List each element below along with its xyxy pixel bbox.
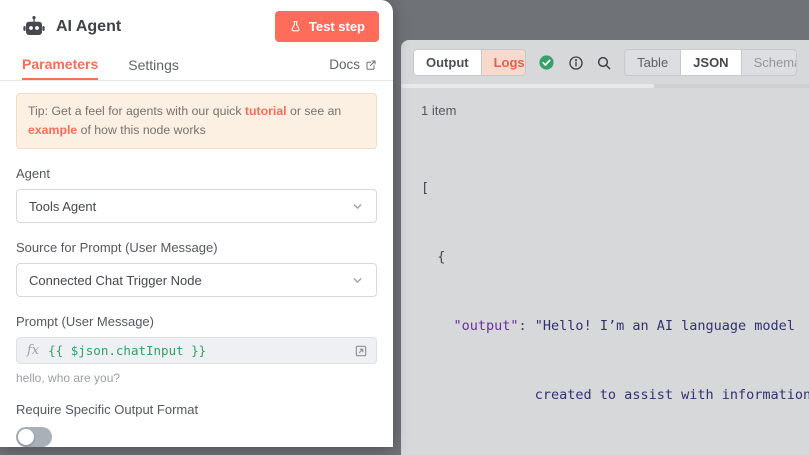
ai-agent-robot-icon [22, 15, 46, 39]
flask-icon [289, 20, 302, 33]
output-toolbar: Output Logs Table JSON Schema [401, 40, 809, 81]
tip-text: Tip: Get a feel for agents with our quic… [28, 104, 245, 118]
agent-select-value: Tools Agent [29, 199, 96, 214]
info-icon[interactable] [567, 54, 583, 72]
tip-callout: Tip: Get a feel for agents with our quic… [16, 93, 377, 149]
json-line: [ [421, 177, 809, 200]
json-key: "output" [454, 318, 519, 334]
test-step-button[interactable]: Test step [275, 11, 379, 42]
node-settings-panel: AI Agent Test step Parameters Settings D… [0, 0, 393, 447]
example-link[interactable]: example [28, 123, 77, 137]
tab-logs[interactable]: Logs [481, 50, 527, 75]
node-header: AI Agent Test step [0, 0, 393, 49]
output-panel: Output Logs Table JSON Schema [401, 40, 809, 455]
source-field-label: Source for Prompt (User Message) [16, 240, 377, 255]
output-format-toggle[interactable] [16, 427, 52, 447]
chevron-down-icon [351, 200, 364, 213]
prompt-source-select[interactable]: Connected Chat Trigger Node [16, 263, 377, 297]
output-logs-switch: Output Logs [413, 49, 526, 76]
success-status-icon [538, 54, 555, 72]
tab-table-view[interactable]: Table [625, 50, 680, 75]
prompt-preview-hint: hello, who are you? [16, 371, 377, 385]
agent-field-label: Agent [16, 166, 377, 181]
search-icon[interactable] [596, 54, 612, 72]
scrollbar-thumb[interactable] [401, 84, 654, 88]
agent-select[interactable]: Tools Agent [16, 189, 377, 223]
json-string: "Hello! I’m an AI language model [535, 318, 795, 334]
output-format-label: Require Specific Output Format [16, 402, 377, 417]
json-output-view: [ { "output": "Hello! I’m an AI language… [421, 131, 809, 455]
docs-label: Docs [329, 57, 360, 72]
tab-settings[interactable]: Settings [128, 49, 179, 79]
docs-link[interactable]: Docs [329, 49, 377, 79]
tab-json-view[interactable]: JSON [680, 50, 740, 75]
test-step-label: Test step [309, 19, 365, 34]
parameters-form: Tip: Get a feel for agents with our quic… [0, 81, 393, 447]
view-mode-switch: Table JSON Schema [624, 49, 797, 76]
open-expression-editor-icon[interactable] [354, 344, 368, 358]
tutorial-link[interactable]: tutorial [245, 104, 287, 118]
fx-badge: fx [17, 343, 48, 358]
items-count: 1 item [421, 103, 809, 118]
json-line: created to assist with information [421, 384, 809, 407]
chevron-down-icon [351, 274, 364, 287]
json-colon: : [519, 318, 535, 334]
toggle-knob [18, 429, 34, 445]
tab-schema-view[interactable]: Schema [741, 50, 797, 75]
json-line: "output": "Hello! I’m an AI language mod… [421, 315, 809, 338]
horizontal-scrollbar[interactable] [401, 84, 809, 88]
tab-output[interactable]: Output [414, 50, 481, 75]
tip-text: or see an [287, 104, 342, 118]
tab-parameters[interactable]: Parameters [22, 49, 98, 79]
tip-text: of how this node works [77, 123, 206, 137]
external-link-icon [365, 59, 377, 71]
prompt-source-value: Connected Chat Trigger Node [29, 273, 202, 288]
prompt-field-label: Prompt (User Message) [16, 314, 377, 329]
expression-text: {{ $json.chatInput }} [48, 343, 206, 358]
json-line: { [421, 246, 809, 269]
node-title[interactable]: AI Agent [56, 18, 121, 36]
node-tabs: Parameters Settings Docs [0, 49, 393, 80]
prompt-expression-input[interactable]: fx {{ $json.chatInput }} [16, 337, 377, 364]
